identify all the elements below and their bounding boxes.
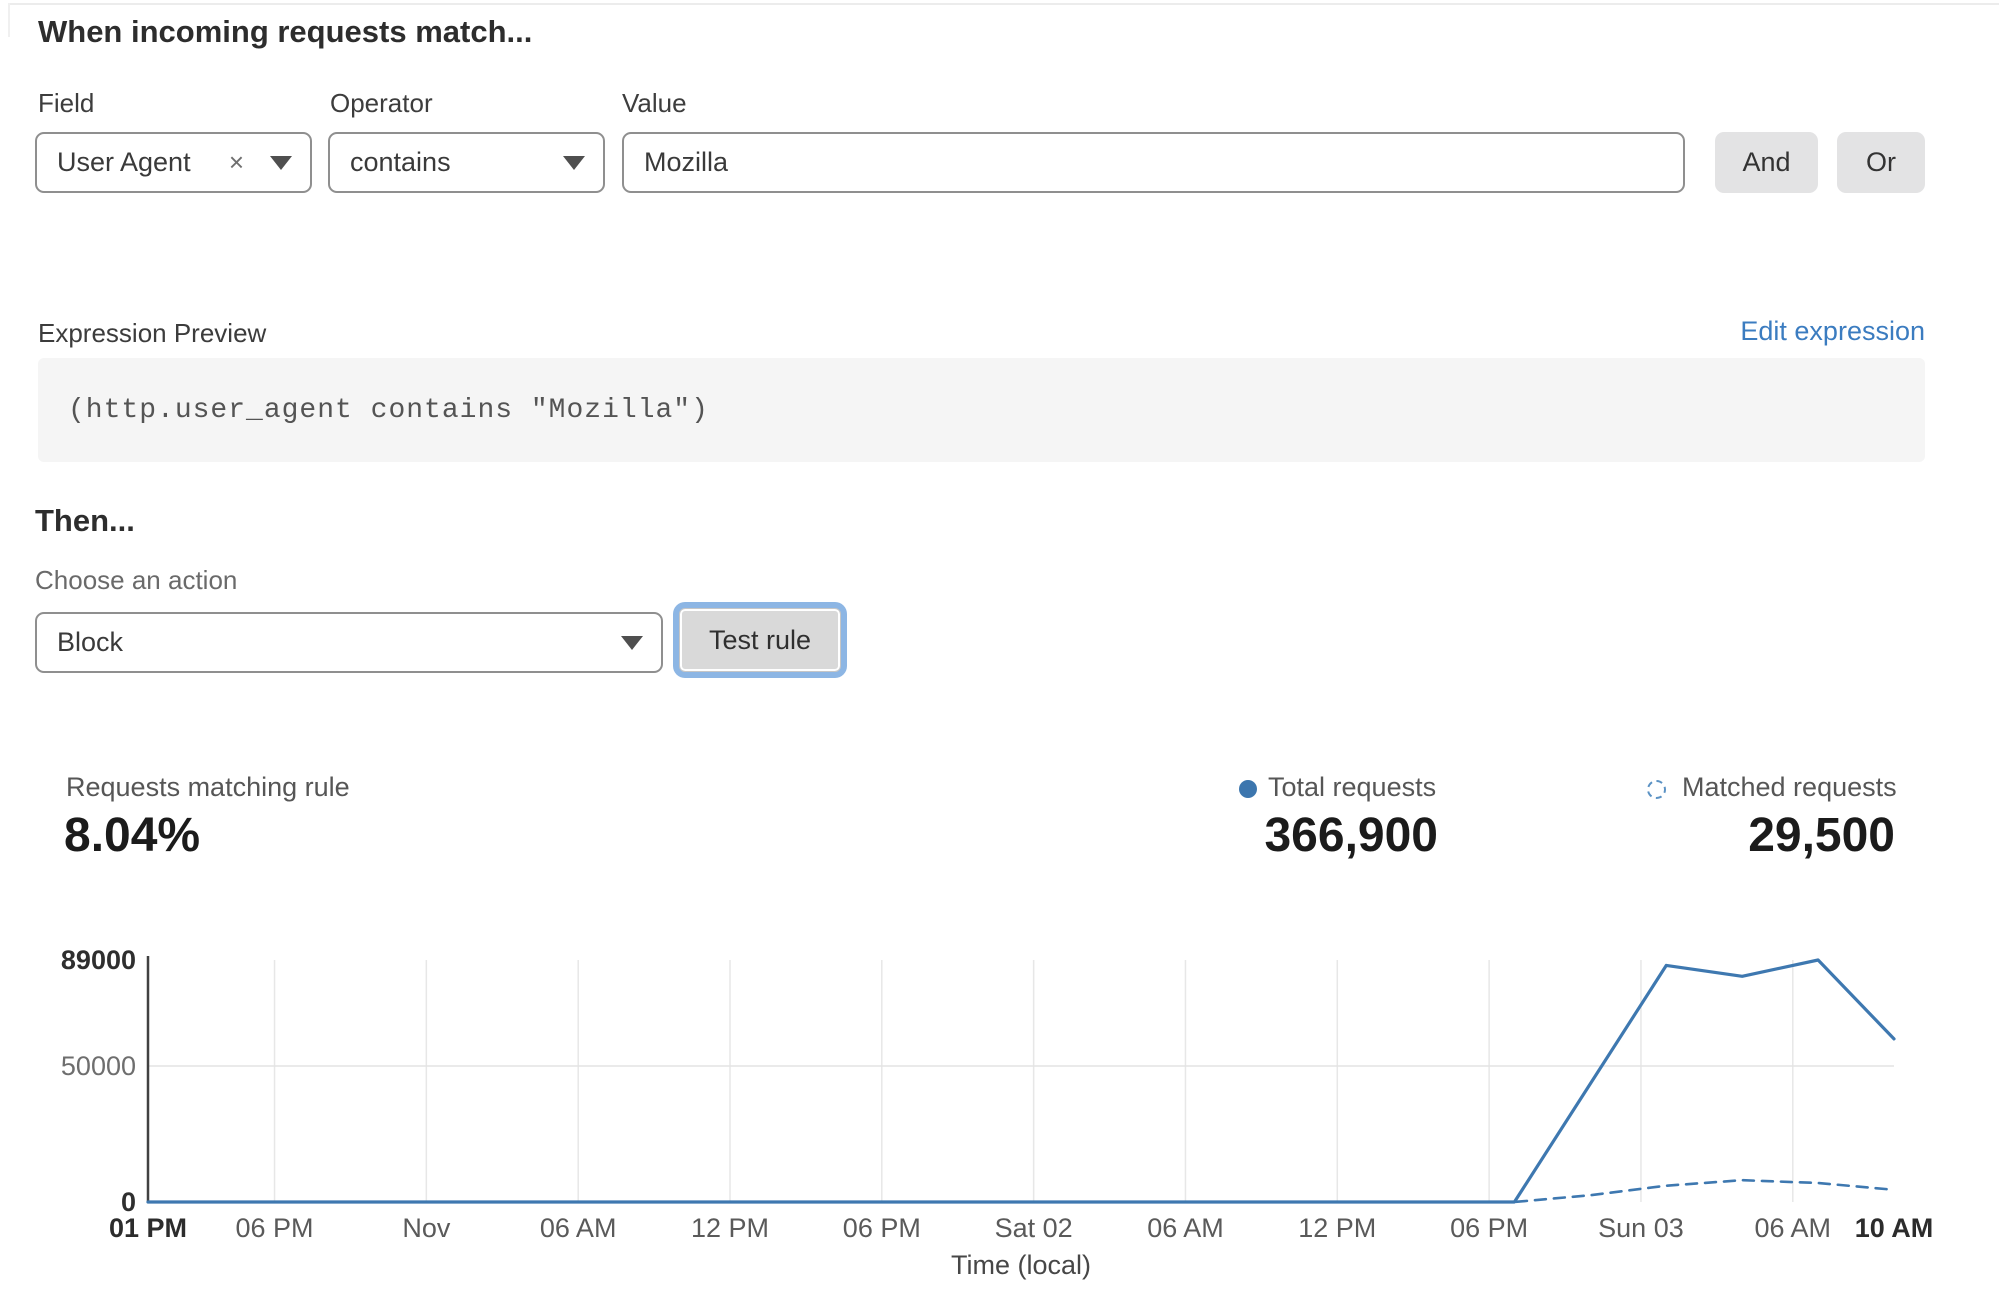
svg-text:Nov: Nov — [402, 1213, 451, 1243]
svg-text:Sat 02: Sat 02 — [995, 1213, 1073, 1243]
svg-text:06 AM: 06 AM — [1755, 1213, 1832, 1243]
requests-chart: 0500008900001 PM06 PMNov06 AM12 PM06 PMS… — [0, 0, 1999, 1295]
svg-text:06 PM: 06 PM — [1450, 1213, 1528, 1243]
svg-text:01 PM: 01 PM — [109, 1213, 187, 1243]
svg-text:10 AM: 10 AM — [1855, 1213, 1934, 1243]
svg-text:Time (local): Time (local) — [951, 1250, 1091, 1280]
svg-text:12 PM: 12 PM — [691, 1213, 769, 1243]
svg-text:06 PM: 06 PM — [235, 1213, 313, 1243]
svg-text:50000: 50000 — [61, 1051, 136, 1081]
svg-text:12 PM: 12 PM — [1298, 1213, 1376, 1243]
svg-text:06 PM: 06 PM — [843, 1213, 921, 1243]
svg-text:06 AM: 06 AM — [1147, 1213, 1224, 1243]
svg-text:89000: 89000 — [61, 945, 136, 975]
svg-text:Sun 03: Sun 03 — [1598, 1213, 1684, 1243]
svg-text:06 AM: 06 AM — [540, 1213, 617, 1243]
